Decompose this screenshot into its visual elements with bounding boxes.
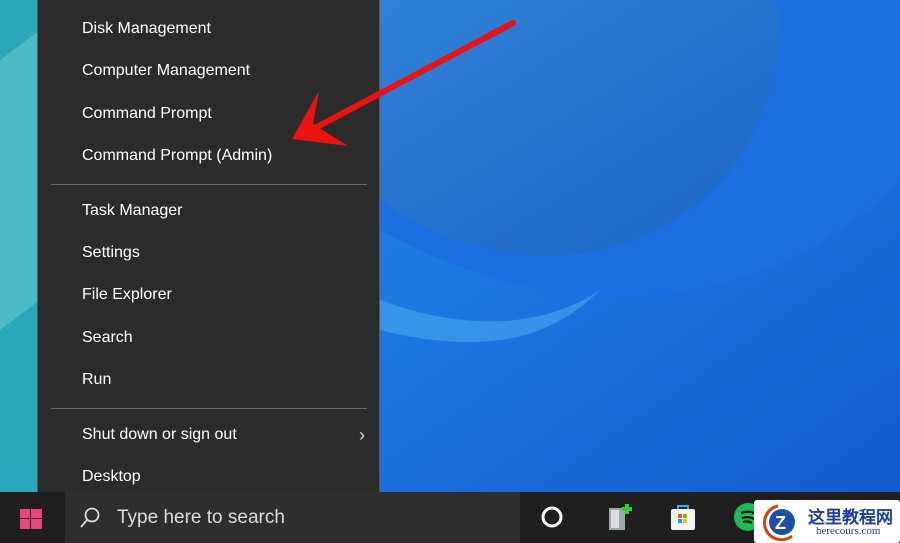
taskbar-search-box[interactable]: Type here to search	[65, 492, 520, 543]
windows-start-icon[interactable]	[20, 509, 42, 529]
watermark-z-icon: Z	[763, 504, 795, 542]
watermark-logo: Z 这里教程网 herecours.com	[754, 500, 900, 543]
app-installer-icon[interactable]	[605, 502, 635, 532]
search-placeholder: Type here to search	[117, 507, 285, 528]
search-icon	[80, 507, 100, 528]
red-arrow-annotation	[292, 20, 516, 146]
microsoft-store-icon[interactable]	[668, 502, 698, 532]
svg-text:Z: Z	[775, 513, 786, 533]
cortana-icon[interactable]	[537, 502, 567, 532]
watermark-url: herecours.com	[816, 525, 881, 537]
